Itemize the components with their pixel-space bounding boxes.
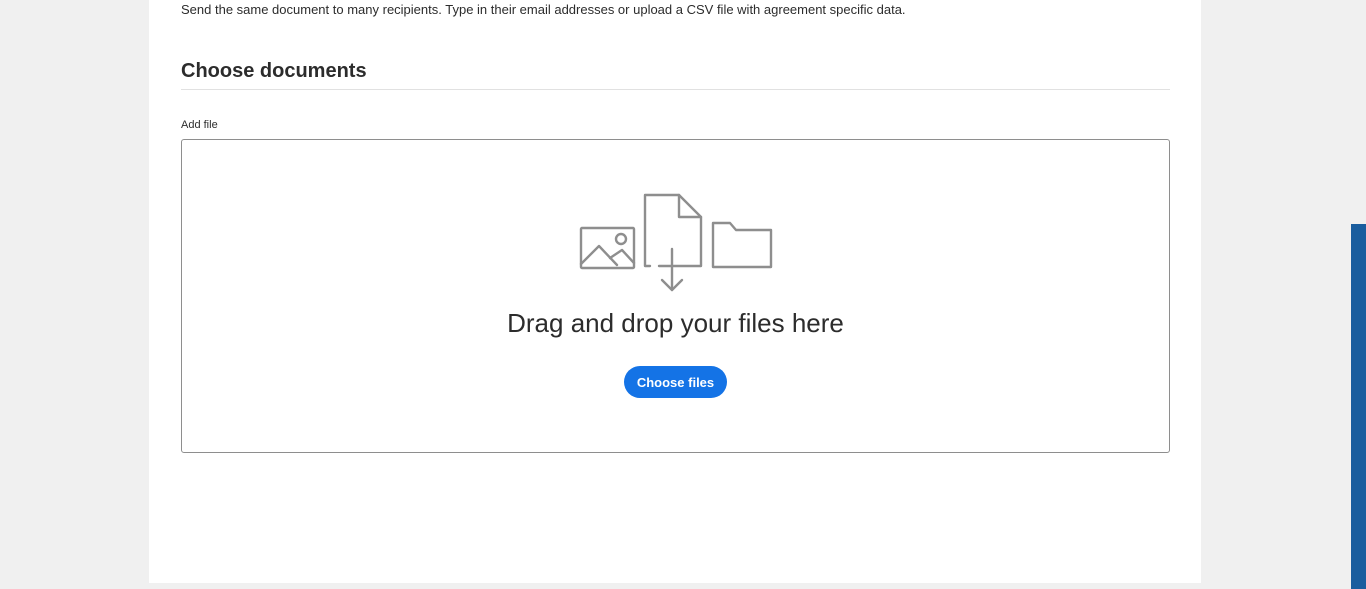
add-file-label: Add file (181, 119, 218, 131)
dropzone-illustration (579, 193, 773, 292)
dropzone-text: Drag and drop your files here (507, 308, 844, 338)
section-divider (181, 89, 1170, 90)
file-dropzone[interactable]: Drag and drop your files here Choose fil… (181, 139, 1170, 453)
image-icon (579, 226, 636, 270)
folder-icon (711, 221, 773, 269)
document-download-icon (643, 193, 703, 292)
choose-files-button[interactable]: Choose files (624, 366, 727, 398)
side-panel-strip[interactable] (1351, 224, 1366, 589)
section-title: Choose documents (181, 60, 367, 82)
main-panel: Send the same document to many recipient… (149, 0, 1201, 583)
intro-text: Send the same document to many recipient… (181, 2, 906, 17)
